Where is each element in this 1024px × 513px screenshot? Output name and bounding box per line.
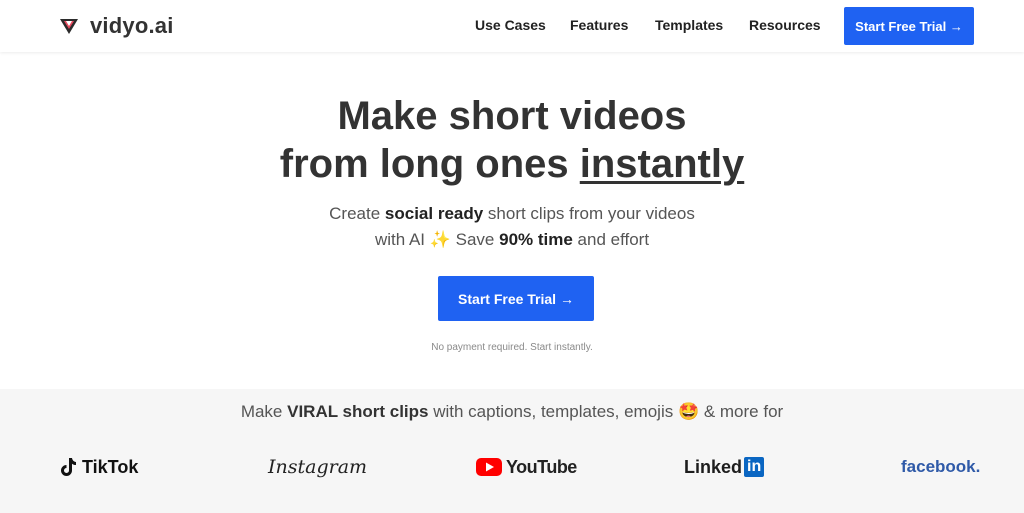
logo[interactable]: vidyo.ai: [58, 13, 174, 39]
hero-sub-text: with AI ✨ Save: [374, 230, 500, 249]
instagram-logo: Instagram: [268, 452, 367, 482]
no-payment-note: No payment required. Start instantly.: [431, 342, 593, 353]
hero-start-trial-label: Start Free Trial →: [458, 290, 574, 307]
hero-sub-bold: social ready: [384, 204, 484, 223]
hero-sub-text: short clips from your videos: [483, 204, 695, 223]
youtube-text: YouTube: [506, 456, 577, 477]
nav-templates[interactable]: Templates: [655, 17, 723, 33]
hero-subtitle-line1: Create social ready short clips from you…: [0, 201, 1024, 227]
facebook-logo: facebook.: [901, 452, 980, 482]
hero-sub-text: and effort: [572, 230, 650, 249]
facebook-text: facebook.: [901, 457, 981, 476]
nav-start-trial-label: Start Free Trial →: [855, 18, 963, 34]
nav-use-cases[interactable]: Use Cases: [475, 17, 546, 33]
tiktok-text: TikTok: [82, 456, 139, 477]
hero-title-underlined: instantly: [579, 142, 745, 186]
hero-sub-bold: 90% time: [499, 230, 573, 249]
vidyo-logo-icon: [60, 19, 78, 34]
platforms-bold: VIRAL short clips: [287, 402, 429, 421]
linkedin-logo: Linked in: [684, 452, 765, 482]
youtube-play-icon: [476, 458, 502, 476]
platforms-heading: Make VIRAL short clips with captions, te…: [0, 402, 1024, 422]
platforms-text: with captions, templates, emojis 🤩 & mor…: [428, 402, 784, 421]
instagram-text: Instagram: [268, 456, 368, 478]
hero-sub-text: Create: [329, 204, 385, 223]
nav-start-trial-button[interactable]: Start Free Trial →: [844, 7, 974, 45]
hero-subtitle-line2: with AI ✨ Save 90% time and effort: [0, 227, 1024, 253]
logo-text: vidyo.ai: [90, 13, 174, 38]
nav-resources[interactable]: Resources: [749, 17, 821, 33]
tiktok-logo: TikTok: [58, 452, 138, 482]
youtube-logo: YouTube: [476, 452, 577, 482]
nav-features[interactable]: Features: [570, 17, 628, 33]
hero-title-line2-text: from long ones: [279, 142, 580, 186]
linkedin-text: Linked: [684, 456, 743, 477]
platforms-text: Make: [240, 402, 288, 421]
hero-start-trial-button[interactable]: Start Free Trial →: [438, 276, 594, 321]
top-nav: vidyo.ai Use Cases Features Templates Re…: [0, 0, 1024, 52]
hero-title-line2: from long ones instantly: [0, 140, 1024, 188]
hero-title-line1: Make short videos: [337, 94, 687, 138]
tiktok-icon: [61, 458, 76, 476]
linkedin-in-box: in: [744, 457, 765, 477]
